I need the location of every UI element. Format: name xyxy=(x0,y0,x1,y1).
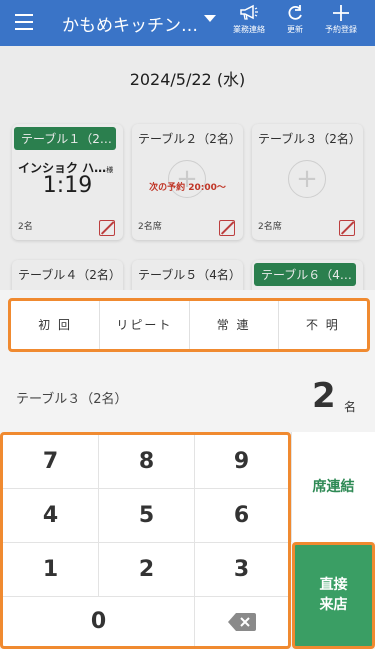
key-7[interactable]: 7 xyxy=(3,435,99,489)
customer-type-regular[interactable]: 常 連 xyxy=(190,301,279,349)
reservation-label: 予約登録 xyxy=(325,25,357,34)
key-1[interactable]: 1 xyxy=(3,543,99,597)
chevron-down-icon[interactable] xyxy=(204,15,216,22)
refresh-button[interactable]: 更新 xyxy=(272,4,318,35)
key-4[interactable]: 4 xyxy=(3,489,99,543)
key-2[interactable]: 2 xyxy=(99,543,195,597)
customer-type-unknown[interactable]: 不 明 xyxy=(279,301,367,349)
seat-join-button[interactable]: 席連結 xyxy=(291,432,375,542)
notice-button[interactable]: 業務連絡 xyxy=(226,4,272,35)
key-8[interactable]: 8 xyxy=(99,435,195,489)
guest-unit: 名 xyxy=(344,400,357,414)
walk-in-button[interactable]: 直接 来店 xyxy=(292,542,375,649)
key-3[interactable]: 3 xyxy=(195,543,288,597)
walk-in-label-2: 来店 xyxy=(319,597,348,613)
store-name[interactable]: かもめキッチン… xyxy=(62,11,198,36)
refresh-icon xyxy=(288,5,302,20)
menu-icon[interactable] xyxy=(15,14,33,30)
megaphone-icon xyxy=(240,4,258,20)
number-keypad: 7 8 9 4 5 6 1 2 3 0 xyxy=(0,432,291,649)
reservation-button[interactable]: 予約登録 xyxy=(318,4,364,35)
plus-icon xyxy=(333,5,349,21)
notice-label: 業務連絡 xyxy=(233,25,265,34)
customer-type-first[interactable]: 初 回 xyxy=(11,301,101,349)
customer-type-selector: 初 回 リピート 常 連 不 明 xyxy=(8,298,370,352)
background-overlay xyxy=(0,46,375,290)
key-5[interactable]: 5 xyxy=(99,489,195,543)
backspace-icon xyxy=(227,613,256,631)
key-0[interactable]: 0 xyxy=(3,597,195,646)
customer-type-repeat[interactable]: リピート xyxy=(100,301,190,349)
selected-table: テーブル３（2名） xyxy=(16,392,128,407)
app-header: かもめキッチン… 業務連絡 更新 予約登録 xyxy=(0,0,375,46)
key-6[interactable]: 6 xyxy=(195,489,288,543)
refresh-label: 更新 xyxy=(287,25,303,34)
backspace-button[interactable] xyxy=(195,597,288,646)
walk-in-label-1: 直接 xyxy=(319,577,348,593)
guest-count: 2 xyxy=(312,376,336,416)
key-9[interactable]: 9 xyxy=(195,435,288,489)
